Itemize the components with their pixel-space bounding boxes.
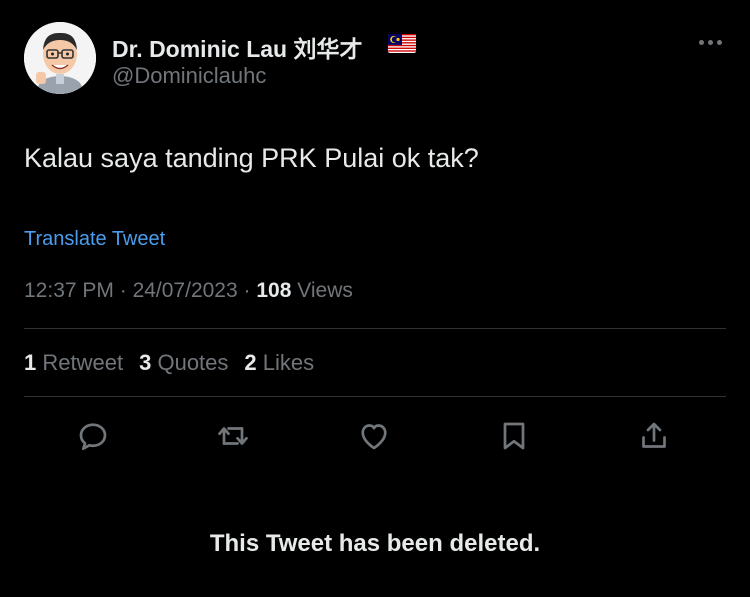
reply-icon: [79, 423, 107, 451]
quotes-stat[interactable]: 3 Quotes: [139, 350, 228, 376]
quotes-count: 3: [139, 350, 152, 375]
views-label: Views: [297, 279, 353, 302]
retweet-icon: [218, 427, 248, 445]
display-name[interactable]: Dr. Dominic Lau 刘华才: [112, 30, 362, 64]
more-options-icon[interactable]: [694, 30, 726, 54]
tweet-date[interactable]: 24/07/2023: [133, 279, 238, 302]
deleted-notice: This Tweet has been deleted.: [209, 530, 541, 557]
divider: [24, 396, 726, 397]
avatar[interactable]: [24, 22, 96, 94]
tweet-text: Kalau saya tanding PRK Pulai ok tak?: [24, 143, 479, 173]
retweet-button[interactable]: [211, 414, 255, 458]
retweets-label: Retweet: [42, 350, 124, 375]
action-bar: [0, 414, 750, 462]
views-count: 108: [256, 279, 292, 302]
share-button[interactable]: [632, 414, 676, 458]
user-handle[interactable]: @Dominiclauhc: [112, 63, 266, 89]
dot: [707, 39, 713, 45]
translate-tweet-link[interactable]: Translate Tweet: [24, 228, 165, 251]
bookmark-button[interactable]: [492, 414, 536, 458]
separator: ·: [243, 279, 257, 302]
quotes-label: Quotes: [157, 350, 229, 375]
likes-label: Likes: [262, 350, 315, 375]
retweets-count: 1: [24, 350, 37, 375]
like-button[interactable]: [352, 414, 396, 458]
dot: [716, 39, 722, 45]
heart-icon: [361, 424, 387, 450]
tweet-time[interactable]: 12:37 PM: [24, 279, 114, 302]
retweets-stat[interactable]: 1 Retweet: [24, 350, 123, 376]
engagement-stats: 1 Retweet 3 Quotes 2 Likes: [24, 350, 314, 376]
separator: ·: [119, 279, 133, 302]
divider: [24, 328, 726, 329]
caricature-avatar-icon: [24, 22, 96, 94]
likes-count: 2: [244, 350, 257, 375]
likes-stat[interactable]: 2 Likes: [244, 350, 314, 376]
reply-button[interactable]: [71, 414, 115, 458]
bookmark-icon: [503, 422, 525, 450]
malaysia-flag-icon: [388, 34, 416, 53]
dot: [698, 39, 704, 45]
tweet-meta: 12:37 PM · 24/07/2023 · 108 Views: [24, 279, 353, 303]
share-icon: [642, 422, 666, 448]
